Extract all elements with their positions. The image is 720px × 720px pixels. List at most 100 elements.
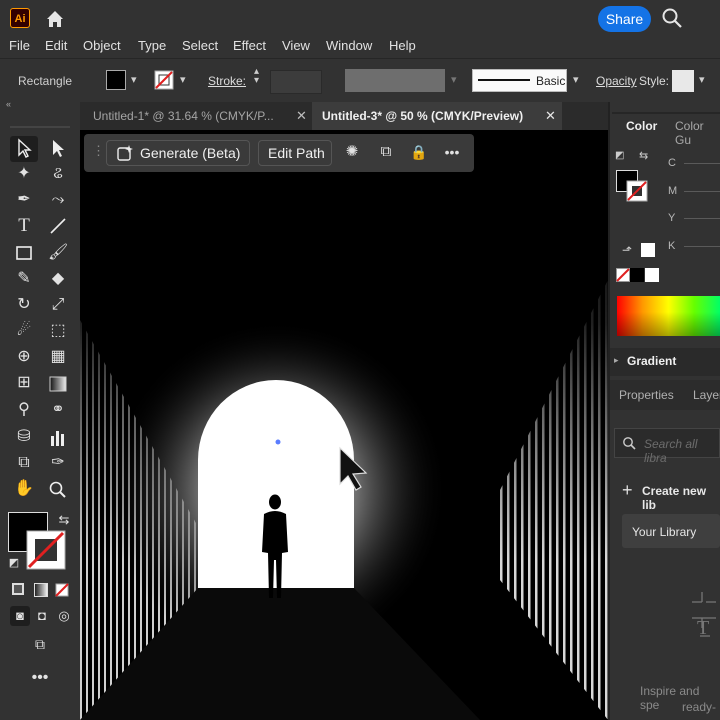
chevron-down-icon[interactable]: ▾ bbox=[699, 73, 705, 86]
stroke-color-swatch[interactable] bbox=[26, 530, 66, 570]
eyedropper-tool-icon[interactable]: ⚲ bbox=[14, 400, 34, 420]
panel-stroke-swatch[interactable] bbox=[626, 180, 648, 202]
line-segment-tool-icon[interactable] bbox=[48, 216, 68, 236]
fill-swatch[interactable] bbox=[106, 70, 126, 90]
chevron-down-icon[interactable]: ▾ bbox=[451, 73, 457, 86]
none-color-icon[interactable] bbox=[616, 268, 630, 282]
curvature-tool-icon[interactable]: ⤳ bbox=[48, 190, 68, 210]
pen-tool-icon[interactable]: ✒ bbox=[14, 190, 34, 210]
menu-type[interactable]: Type bbox=[138, 38, 166, 53]
panel-collapse-icon[interactable]: ▸ bbox=[614, 355, 619, 366]
none-mode-icon[interactable] bbox=[55, 583, 69, 597]
stroke-label[interactable]: Stroke: bbox=[208, 74, 246, 88]
generate-label: Generate (Beta) bbox=[140, 145, 241, 161]
library-empty-text-2: ready- bbox=[682, 700, 717, 714]
create-new-library-link[interactable]: Create new lib bbox=[642, 484, 720, 512]
yellow-slider[interactable] bbox=[684, 218, 720, 219]
opacity-label[interactable]: Opacity bbox=[596, 74, 637, 88]
scale-tool-icon[interactable]: ⤢ bbox=[48, 295, 68, 315]
tab-properties[interactable]: Properties bbox=[619, 388, 674, 402]
gradient-tool-icon[interactable] bbox=[48, 375, 68, 393]
menu-effect[interactable]: Effect bbox=[233, 38, 266, 53]
plus-icon[interactable]: + bbox=[622, 480, 633, 501]
menu-select[interactable]: Select bbox=[182, 38, 218, 53]
share-button[interactable]: Share bbox=[598, 6, 651, 32]
home-icon[interactable] bbox=[44, 8, 66, 30]
drag-handle-icon[interactable]: ⋮ bbox=[92, 143, 105, 159]
stroke-weight-input[interactable] bbox=[270, 70, 322, 94]
tunnel-artwork bbox=[80, 130, 608, 720]
web-safe-swatch[interactable] bbox=[641, 243, 655, 257]
magic-wand-tool-icon[interactable]: ✦ bbox=[14, 164, 34, 184]
hand-tool-icon[interactable]: ✋ bbox=[14, 479, 34, 499]
tab-label: Untitled-3* @ 50 % (CMYK/Preview) bbox=[322, 109, 524, 123]
menu-view[interactable]: View bbox=[282, 38, 310, 53]
gradient-mode-icon[interactable] bbox=[34, 583, 48, 597]
swap-colors-icon[interactable]: ⇆ bbox=[54, 510, 74, 530]
perspective-grid-tool-icon[interactable]: ▦ bbox=[48, 347, 68, 367]
slice-tool-icon[interactable]: ✑ bbox=[48, 453, 68, 473]
column-graph-tool-icon[interactable] bbox=[48, 428, 68, 448]
draw-inside-icon[interactable]: ◎ bbox=[54, 606, 74, 626]
recolor-icon[interactable]: ✺ bbox=[342, 142, 362, 162]
free-transform-tool-icon[interactable]: ⬚ bbox=[48, 321, 68, 341]
black-swatch[interactable] bbox=[630, 268, 644, 282]
white-swatch[interactable] bbox=[645, 268, 659, 282]
draw-behind-icon[interactable]: ◘ bbox=[32, 606, 52, 626]
out-of-gamut-icon[interactable]: ⬏ bbox=[622, 243, 632, 257]
search-icon bbox=[623, 437, 636, 450]
duplicate-icon[interactable]: ⧉ bbox=[376, 142, 396, 162]
close-icon[interactable]: ✕ bbox=[296, 108, 307, 124]
lock-icon[interactable]: 🔒 bbox=[409, 142, 429, 162]
color-mode-icon[interactable] bbox=[12, 583, 24, 595]
tab-layers[interactable]: Layer bbox=[693, 388, 720, 402]
tab-color-guide[interactable]: Color Gu bbox=[675, 119, 720, 147]
artboard-canvas[interactable] bbox=[80, 130, 608, 720]
shape-builder-tool-icon[interactable]: ⊕ bbox=[14, 347, 34, 367]
menu-window[interactable]: Window bbox=[326, 38, 372, 53]
chevron-down-icon[interactable]: ▾ bbox=[573, 73, 579, 86]
paintbrush-tool-icon[interactable]: 🖌 bbox=[48, 243, 68, 263]
default-colors-icon[interactable]: ◩ bbox=[4, 553, 24, 573]
default-colors-icon[interactable]: ◩ bbox=[615, 150, 627, 162]
artboard-tool-icon[interactable]: ⧉ bbox=[14, 453, 34, 473]
change-screen-mode-icon[interactable]: ⧉ bbox=[30, 634, 50, 654]
more-tools-icon[interactable]: ••• bbox=[30, 668, 50, 688]
collapse-icon[interactable]: « bbox=[6, 99, 11, 109]
variable-width-dropdown[interactable] bbox=[345, 69, 445, 92]
color-spectrum[interactable] bbox=[617, 296, 720, 336]
rectangle-tool-icon[interactable] bbox=[14, 243, 34, 263]
stroke-stepper-icon[interactable]: ▴ ▾ bbox=[254, 67, 259, 86]
more-options-icon[interactable]: ••• bbox=[442, 142, 462, 162]
menu-object[interactable]: Object bbox=[83, 38, 121, 53]
shaper-tool-icon[interactable]: ✎ bbox=[14, 269, 34, 289]
tab-color[interactable]: Color bbox=[626, 119, 657, 133]
chevron-down-icon[interactable]: ▾ bbox=[180, 73, 186, 86]
menu-help[interactable]: Help bbox=[389, 38, 416, 53]
chevron-down-icon[interactable]: ▾ bbox=[131, 73, 137, 86]
warp-tool-icon[interactable]: ☄ bbox=[14, 321, 34, 341]
library-search-placeholder: Search all libra bbox=[644, 437, 698, 465]
black-slider[interactable] bbox=[684, 246, 720, 247]
lasso-tool-icon[interactable]: ଌ bbox=[48, 164, 68, 184]
selection-tool-icon[interactable] bbox=[14, 138, 34, 158]
blend-tool-icon[interactable]: ⚭ bbox=[48, 400, 68, 420]
cyan-slider[interactable] bbox=[684, 163, 720, 164]
type-tool-icon[interactable]: T bbox=[14, 216, 34, 236]
swap-colors-icon[interactable]: ⇆ bbox=[639, 149, 648, 162]
direct-selection-tool-icon[interactable] bbox=[48, 138, 68, 158]
menu-file[interactable]: File bbox=[9, 38, 30, 53]
rotate-tool-icon[interactable]: ↻ bbox=[14, 295, 34, 315]
search-icon[interactable] bbox=[661, 7, 683, 29]
stroke-none-swatch-icon[interactable] bbox=[154, 70, 174, 90]
draw-normal-icon[interactable]: ◙ bbox=[10, 606, 30, 626]
tab-gradient[interactable]: Gradient bbox=[627, 354, 676, 368]
graphic-style-swatch[interactable] bbox=[672, 70, 694, 92]
mesh-tool-icon[interactable]: ⊞ bbox=[14, 373, 34, 393]
eraser-tool-icon[interactable]: ◆ bbox=[48, 269, 68, 289]
symbol-sprayer-tool-icon[interactable]: ⛁ bbox=[14, 427, 34, 447]
close-icon[interactable]: ✕ bbox=[545, 108, 556, 124]
zoom-tool-icon[interactable] bbox=[48, 480, 68, 500]
magenta-slider[interactable] bbox=[684, 191, 720, 192]
menu-edit[interactable]: Edit bbox=[45, 38, 67, 53]
